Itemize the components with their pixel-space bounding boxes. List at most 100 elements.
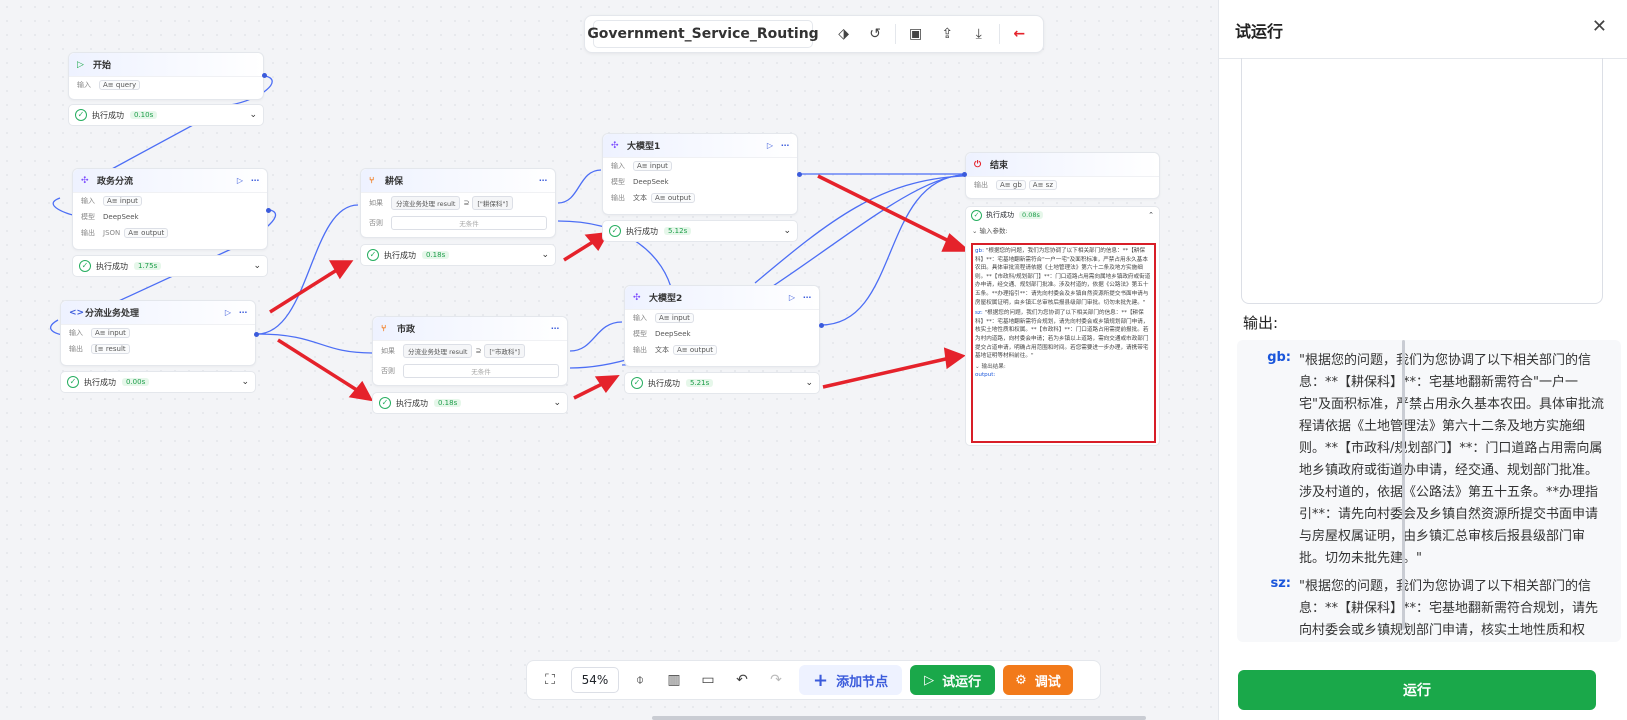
llm2-node[interactable]: ✣ 大模型2 ▷ ⋯ 输入 A≡ input 模型 DeepSeek 输出 文本 … (624, 285, 820, 367)
input-area[interactable] (1241, 58, 1603, 304)
chevron-down-icon[interactable]: ⌄ (249, 110, 257, 120)
chevron-down-icon[interactable]: ⌄ (783, 226, 791, 236)
run-button[interactable]: 运行 (1238, 670, 1596, 710)
status-text: 执行成功 (986, 211, 1014, 219)
test-run-panel: 试运行 ✕ 输出: gb: "根据您的问题，我们为您协调了以下相关部门的信息：*… (1218, 0, 1627, 720)
download-icon[interactable]: ⤓ (963, 26, 995, 42)
map-icon[interactable]: ▥ (657, 672, 691, 688)
more-icon[interactable]: ⋯ (781, 141, 789, 150)
end-result-panel[interactable]: ✓ 执行成功 0.08s ⌃ ⌄ 输入参数: gb: "根据您的问题，我们为您协… (965, 206, 1160, 446)
upload-icon[interactable]: ⇪ (931, 26, 963, 42)
chevron-down-icon[interactable]: ⌄ (253, 261, 261, 271)
var-tag: A≡ input (103, 196, 142, 206)
time-badge: 0.18s (434, 399, 462, 407)
start-status[interactable]: ✓ 执行成功 0.10s ⌄ (68, 104, 264, 126)
play-icon[interactable]: ▷ (767, 141, 773, 150)
more-icon[interactable]: ⋯ (551, 324, 559, 333)
history-icon[interactable]: ↺ (859, 26, 891, 42)
zoom-level[interactable]: 54% (571, 667, 619, 693)
play-icon: ▷ (77, 59, 84, 70)
output-key: gb: (1267, 350, 1291, 365)
gov-route-status[interactable]: ✓ 执行成功 1.75s ⌄ (72, 255, 268, 277)
llm1-node[interactable]: ✣ 大模型1 ▷ ⋯ 输入 A≡ input 模型 DeepSeek 输出 文本 … (602, 133, 798, 215)
status-text: 执行成功 (396, 398, 428, 408)
var-tag: A≡ input (91, 328, 130, 338)
chevron-down-icon[interactable]: ⌄ (541, 250, 549, 260)
add-node-button[interactable]: + 添加节点 (799, 665, 903, 695)
branch-icon: ⑂ (369, 175, 375, 186)
sz-value: "根据您的问题，我们为您协调了以下相关部门的信息：**【耕保科】**：宅基地翻新… (975, 310, 1149, 360)
workflow-canvas[interactable]: ▷ 开始 输入 A≡ query ✓ 执行成功 0.10s ⌄ ✣ 政务分流 ▷… (0, 0, 1218, 720)
gov-route-node[interactable]: ✣ 政务分流 ▷ ⋯ 输入 A≡ input 模型 DeepSeek 输出 JSO… (72, 168, 268, 250)
output-port[interactable] (797, 172, 802, 177)
highlighted-result-box: gb: "根据您的问题，我们为您协调了以下相关部门的信息：**【耕保科】**：宅… (971, 243, 1156, 443)
time-badge: 0.18s (422, 251, 450, 259)
condition-operator: ⊇ (475, 347, 482, 355)
red-arrow-6 (822, 356, 951, 389)
node-title: 结束 (990, 161, 1009, 171)
workflow-name[interactable]: Government_Service_Routing (587, 20, 819, 48)
tag-icon[interactable]: ⬗ (828, 26, 860, 42)
redo-icon[interactable]: ↷ (759, 672, 793, 688)
save-icon[interactable]: ▣ (900, 26, 932, 42)
input-params-label: ⌄ 输入参数: (972, 227, 1008, 235)
red-arrow-2 (277, 338, 361, 394)
mouse-icon[interactable]: ⌽ (623, 672, 657, 688)
gengbao-status[interactable]: ✓ 执行成功 0.18s ⌄ (360, 244, 556, 266)
panel-title: 试运行 (1235, 22, 1284, 41)
else-condition: 无条件 (391, 216, 547, 230)
start-node[interactable]: ▷ 开始 输入 A≡ query (68, 52, 264, 100)
output-port[interactable] (266, 208, 271, 213)
chevron-down-icon[interactable]: ⌄ (553, 398, 561, 408)
output-port[interactable] (262, 73, 267, 78)
llm1-status[interactable]: ✓ 执行成功 5.12s ⌄ (602, 220, 798, 242)
comment-icon[interactable]: ▭ (691, 672, 725, 688)
var-tag: A≡ input (633, 161, 672, 171)
sz-key: sz: (975, 310, 983, 317)
output-port[interactable] (254, 332, 259, 337)
node-title: 开始 (93, 61, 112, 71)
play-icon[interactable]: ▷ (789, 293, 795, 302)
output-key: sz: (1270, 576, 1291, 591)
model-name: DeepSeek (103, 213, 139, 221)
chevron-up-icon[interactable]: ⌃ (1148, 211, 1154, 219)
if-label: 如果 (369, 199, 383, 207)
llm2-status[interactable]: ✓ 执行成功 5.21s ⌄ (624, 372, 820, 394)
input-port[interactable] (962, 172, 967, 177)
back-arrow-icon[interactable]: ← (1003, 26, 1035, 42)
more-icon[interactable]: ⋯ (239, 308, 247, 317)
gengbao-condition-node[interactable]: ⑂ 耕保 ⋯ 如果 分流业务处理 result ⊇ ["耕保科"] 否则 无条件 (360, 168, 556, 238)
test-run-button[interactable]: ▷ 试运行 (910, 665, 996, 695)
close-icon[interactable]: ✕ (1592, 16, 1607, 37)
status-text: 执行成功 (626, 226, 658, 236)
shizheng-status[interactable]: ✓ 执行成功 0.18s ⌄ (372, 392, 568, 414)
red-arrow-1 (269, 266, 341, 314)
divider (894, 24, 896, 44)
output-port[interactable] (819, 323, 824, 328)
end-node[interactable]: ⏻ 结束 输出 A≡ gb A≡ sz (965, 152, 1160, 199)
vertical-scrollbar[interactable] (1402, 340, 1405, 630)
layout-icon[interactable]: ⛶ (533, 672, 567, 688)
play-icon[interactable]: ▷ (225, 308, 231, 317)
undo-icon[interactable]: ↶ (725, 672, 759, 688)
chevron-down-icon[interactable]: ⌄ (805, 378, 813, 388)
play-icon[interactable]: ▷ (237, 176, 243, 185)
var-name: input (119, 197, 138, 205)
node-title: 大模型2 (649, 294, 683, 304)
red-arrow-5 (817, 174, 956, 246)
more-icon[interactable]: ⋯ (251, 176, 259, 185)
input-params-text: 输入参数: (979, 227, 1008, 235)
node-title: 耕保 (385, 177, 404, 187)
dispatch-status[interactable]: ✓ 执行成功 0.00s ⌄ (60, 371, 256, 393)
more-icon[interactable]: ⋯ (539, 176, 547, 185)
dispatch-node[interactable]: <> 分流业务处理 ▷ ⋯ 输入 A≡ input 输出 [≡ result (60, 300, 256, 366)
output-label: 输出: (1243, 314, 1279, 332)
var-tag: A≡ input (655, 313, 694, 323)
more-icon[interactable]: ⋯ (803, 293, 811, 302)
shizheng-condition-node[interactable]: ⑂ 市政 ⋯ 如果 分流业务处理 result ⊇ ["市政科"] 否则 无条件 (372, 316, 568, 386)
time-badge: 5.21s (686, 379, 714, 387)
var-name: gb (1012, 181, 1022, 189)
chevron-down-icon[interactable]: ⌄ (241, 377, 249, 387)
horizontal-scrollbar[interactable] (652, 716, 1146, 720)
debug-button[interactable]: ⚙ 调试 (1003, 665, 1073, 695)
